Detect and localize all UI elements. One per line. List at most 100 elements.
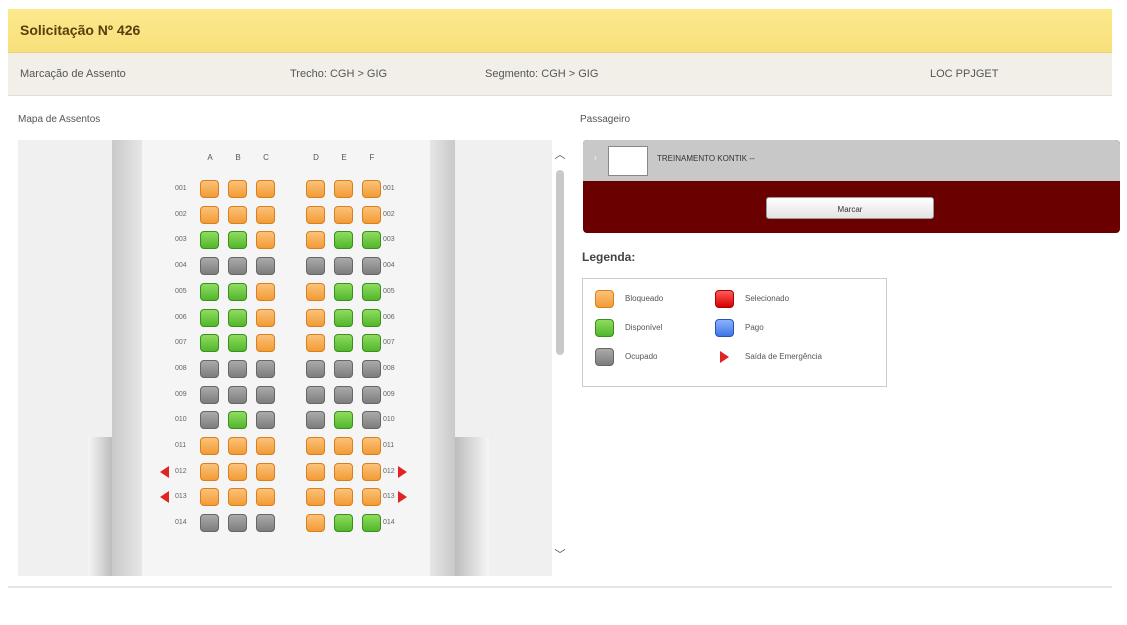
seat-003d[interactable] (306, 231, 325, 249)
seat-011b[interactable] (228, 437, 247, 455)
seat-004f[interactable] (362, 257, 381, 275)
emergency-exit-left-icon (160, 466, 169, 478)
seat-009f[interactable] (362, 386, 381, 404)
seat-008c[interactable] (256, 360, 275, 378)
row-number-left: 009 (175, 391, 187, 398)
seat-008a[interactable] (200, 360, 219, 378)
seat-014b[interactable] (228, 514, 247, 532)
scroll-down-icon[interactable]: ﹀ (552, 546, 568, 561)
legend-label-pago: Pago (745, 323, 764, 332)
seat-002f[interactable] (362, 206, 381, 224)
seat-009d[interactable] (306, 386, 325, 404)
seat-map-scrollbar[interactable]: ︿ ﹀ (552, 140, 568, 576)
seat-014f[interactable] (362, 514, 381, 532)
seat-008b[interactable] (228, 360, 247, 378)
marcar-button[interactable]: Marcar (766, 197, 934, 219)
seat-013c[interactable] (256, 488, 275, 506)
seat-010e[interactable] (334, 411, 353, 429)
seat-009e[interactable] (334, 386, 353, 404)
seat-011e[interactable] (334, 437, 353, 455)
seat-012d[interactable] (306, 463, 325, 481)
seat-003e[interactable] (334, 231, 353, 249)
passenger-seat-box[interactable] (608, 146, 648, 176)
seat-001c[interactable] (256, 180, 275, 198)
seat-010b[interactable] (228, 411, 247, 429)
seat-004d[interactable] (306, 257, 325, 275)
seat-003b[interactable] (228, 231, 247, 249)
seat-004e[interactable] (334, 257, 353, 275)
seat-006a[interactable] (200, 309, 219, 327)
passenger-panel: › TREINAMENTO KONTIK -- Marcar (583, 140, 1120, 233)
seat-005e[interactable] (334, 283, 353, 301)
seat-005c[interactable] (256, 283, 275, 301)
seat-006f[interactable] (362, 309, 381, 327)
seat-003a[interactable] (200, 231, 219, 249)
passenger-title: Passageiro (580, 114, 631, 125)
seat-001a[interactable] (200, 180, 219, 198)
seat-001d[interactable] (306, 180, 325, 198)
seat-012e[interactable] (334, 463, 353, 481)
seat-014a[interactable] (200, 514, 219, 532)
seat-006d[interactable] (306, 309, 325, 327)
seat-011d[interactable] (306, 437, 325, 455)
seat-011a[interactable] (200, 437, 219, 455)
scroll-thumb[interactable] (556, 170, 564, 355)
seat-012a[interactable] (200, 463, 219, 481)
seat-004a[interactable] (200, 257, 219, 275)
seat-013b[interactable] (228, 488, 247, 506)
seat-007e[interactable] (334, 334, 353, 352)
seat-012f[interactable] (362, 463, 381, 481)
seat-008e[interactable] (334, 360, 353, 378)
seat-013e[interactable] (334, 488, 353, 506)
seat-004b[interactable] (228, 257, 247, 275)
seat-003f[interactable] (362, 231, 381, 249)
seat-013f[interactable] (362, 488, 381, 506)
seat-002b[interactable] (228, 206, 247, 224)
seat-009b[interactable] (228, 386, 247, 404)
seat-011c[interactable] (256, 437, 275, 455)
seat-007f[interactable] (362, 334, 381, 352)
seat-005a[interactable] (200, 283, 219, 301)
seat-007a[interactable] (200, 334, 219, 352)
seat-005d[interactable] (306, 283, 325, 301)
seat-009c[interactable] (256, 386, 275, 404)
seat-004c[interactable] (256, 257, 275, 275)
seat-005f[interactable] (362, 283, 381, 301)
seat-012b[interactable] (228, 463, 247, 481)
seat-002d[interactable] (306, 206, 325, 224)
seat-003c[interactable] (256, 231, 275, 249)
scroll-up-icon[interactable]: ︿ (552, 146, 568, 161)
seat-010c[interactable] (256, 411, 275, 429)
seat-013d[interactable] (306, 488, 325, 506)
seat-001e[interactable] (334, 180, 353, 198)
seat-010f[interactable] (362, 411, 381, 429)
column-letter-b: B (235, 153, 241, 162)
seat-002e[interactable] (334, 206, 353, 224)
seat-008f[interactable] (362, 360, 381, 378)
passenger-row[interactable]: › TREINAMENTO KONTIK -- (583, 140, 1120, 181)
seat-010a[interactable] (200, 411, 219, 429)
seat-007b[interactable] (228, 334, 247, 352)
seat-007c[interactable] (256, 334, 275, 352)
seat-010d[interactable] (306, 411, 325, 429)
seat-007d[interactable] (306, 334, 325, 352)
seat-006c[interactable] (256, 309, 275, 327)
seat-014d[interactable] (306, 514, 325, 532)
seat-009a[interactable] (200, 386, 219, 404)
seat-006e[interactable] (334, 309, 353, 327)
seat-001f[interactable] (362, 180, 381, 198)
legend-label-disponivel: Disponível (625, 323, 663, 332)
seat-002c[interactable] (256, 206, 275, 224)
seat-002a[interactable] (200, 206, 219, 224)
seat-001b[interactable] (228, 180, 247, 198)
legend-label-bloqueado: Bloqueado (625, 294, 664, 303)
seat-014e[interactable] (334, 514, 353, 532)
seat-012c[interactable] (256, 463, 275, 481)
seat-013a[interactable] (200, 488, 219, 506)
seat-008d[interactable] (306, 360, 325, 378)
seat-014c[interactable] (256, 514, 275, 532)
expand-icon[interactable]: › (594, 153, 597, 162)
seat-011f[interactable] (362, 437, 381, 455)
seat-005b[interactable] (228, 283, 247, 301)
seat-006b[interactable] (228, 309, 247, 327)
